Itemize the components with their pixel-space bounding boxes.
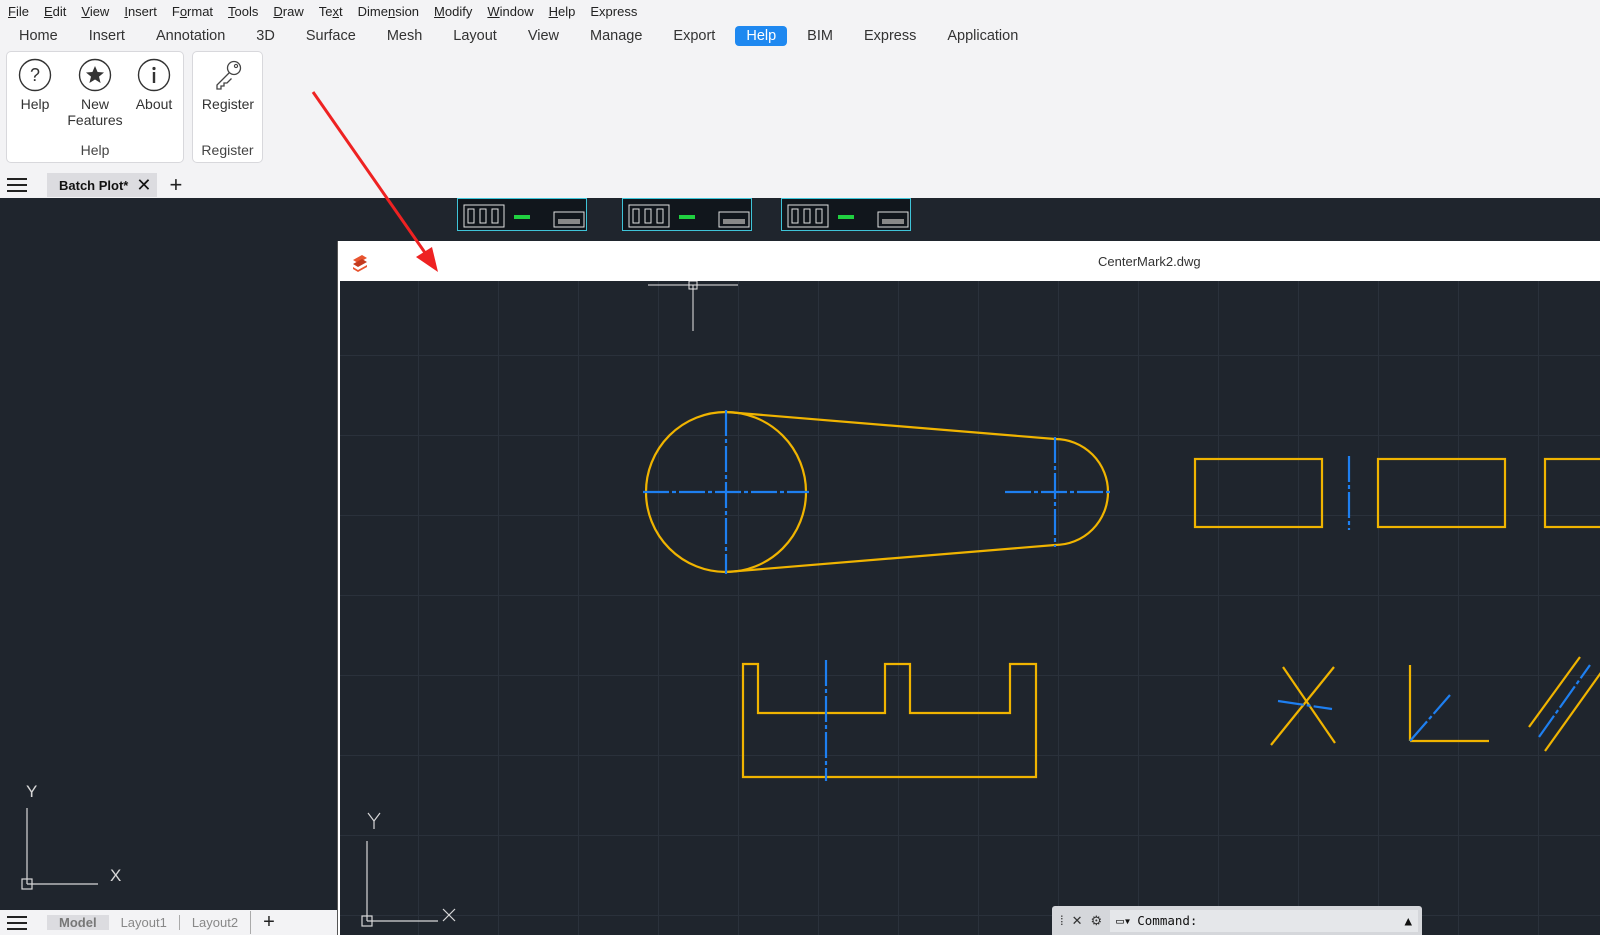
tab-manage[interactable]: Manage	[579, 26, 653, 46]
tab-model[interactable]: Model	[47, 915, 109, 930]
menu-bar: File Edit View Insert Format Tools Draw Text Dim…	[0, 0, 1600, 22]
app-logo-icon	[350, 252, 370, 275]
layout-tab-bar: Model Layout1 Layout2 +	[0, 910, 337, 935]
layout-thumbnail[interactable]	[622, 198, 752, 231]
drawing-window[interactable]: CenterMark2.dwg	[337, 241, 1600, 935]
tab-insert[interactable]: Insert	[78, 26, 136, 46]
ucs-y-label: Y	[26, 782, 38, 801]
about-button-label: About	[135, 96, 173, 112]
centerline-marks	[643, 410, 1591, 781]
drawing-viewport[interactable]	[340, 281, 1600, 935]
hamburger-menu-icon[interactable]	[7, 178, 27, 192]
question-circle-icon: ?	[18, 58, 52, 92]
ucs-x-label: X	[110, 866, 122, 885]
tab-help[interactable]: Help	[735, 26, 788, 46]
ucs-icon-left	[21, 808, 98, 890]
help-button[interactable]: ? Help	[13, 58, 57, 112]
register-button-label: Register	[201, 96, 255, 112]
gear-icon[interactable]: ⚙	[1091, 913, 1103, 929]
tab-3d[interactable]: 3D	[245, 26, 286, 46]
tab-mesh[interactable]: Mesh	[376, 26, 433, 46]
menu-item-insert[interactable]: Insert	[124, 4, 157, 19]
tab-bim[interactable]: BIM	[796, 26, 844, 46]
add-layout-icon[interactable]: +	[250, 911, 287, 934]
belt-geometry	[644, 410, 1600, 779]
menu-item-edit[interactable]: Edit	[44, 4, 66, 19]
layout-thumbnail[interactable]	[457, 198, 587, 231]
crosshair-cursor	[648, 281, 738, 331]
tab-home[interactable]: Home	[8, 26, 69, 46]
tab-view[interactable]: View	[517, 26, 570, 46]
doc-tab-batch-plot[interactable]: Batch Plot* ✕	[47, 173, 158, 197]
terminal-icon: ▭▾	[1116, 913, 1132, 928]
menu-item-help[interactable]: Help	[549, 4, 576, 19]
tab-surface[interactable]: Surface	[295, 26, 367, 46]
new-features-button[interactable]: New Features	[65, 58, 125, 128]
key-icon	[211, 58, 245, 92]
tab-export[interactable]: Export	[662, 26, 726, 46]
menu-item-express[interactable]: Express	[590, 4, 637, 19]
menu-item-format[interactable]: Format	[172, 4, 213, 19]
tab-annotation[interactable]: Annotation	[145, 26, 236, 46]
hamburger-menu-icon[interactable]	[7, 915, 27, 930]
star-circle-icon	[78, 58, 112, 92]
register-button[interactable]: Register	[199, 58, 257, 112]
doc-tab-label: Batch Plot*	[59, 177, 129, 193]
command-input[interactable]: ▭▾ Command: ▲	[1110, 909, 1418, 932]
layout-thumbnail[interactable]	[781, 198, 911, 231]
svg-text:?: ?	[30, 65, 40, 85]
help-button-label: Help	[20, 96, 50, 112]
menu-item-draw[interactable]: Draw	[273, 4, 303, 19]
register-panel: Register Register	[192, 51, 263, 163]
menu-item-window[interactable]: Window	[487, 4, 533, 19]
chevron-up-icon[interactable]: ▲	[1404, 913, 1412, 928]
close-icon[interactable]: ✕	[136, 175, 151, 196]
menu-item-view[interactable]: View	[81, 4, 109, 19]
menu-item-text[interactable]: Text	[319, 4, 343, 19]
document-tab-bar: Batch Plot* ✕ +	[0, 172, 1600, 198]
help-panel: ? Help New Features About Help	[6, 51, 184, 163]
drag-handle-icon[interactable]: ⁞	[1060, 913, 1064, 928]
help-panel-title: Help	[80, 142, 110, 158]
ucs-icon	[361, 812, 456, 927]
ribbon-tab-bar: Home Insert Annotation 3D Surface Mesh Layout V…	[0, 24, 1038, 48]
tab-layout2[interactable]: Layout2	[178, 915, 250, 930]
menu-item-tools[interactable]: Tools	[228, 4, 258, 19]
tab-layout[interactable]: Layout	[442, 26, 508, 46]
menu-item-file[interactable]: File	[8, 4, 29, 19]
new-features-label-line1: New	[80, 96, 109, 112]
close-icon[interactable]: ✕	[1072, 913, 1083, 929]
menu-item-dimension[interactable]: Dimension	[358, 4, 419, 19]
command-prompt: Command:	[1137, 913, 1198, 928]
drawing-window-title: CenterMark2.dwg	[1098, 254, 1201, 269]
new-features-label-line2: Features	[67, 112, 123, 128]
drawing-geometry	[361, 281, 1600, 927]
register-panel-title: Register	[201, 142, 254, 158]
command-bar: ⁞ ✕ ⚙ ▭▾ Command: ▲	[1052, 906, 1422, 935]
tab-application[interactable]: Application	[936, 26, 1029, 46]
tab-layout1[interactable]: Layout1	[109, 915, 179, 930]
add-tab-icon[interactable]: +	[169, 172, 182, 198]
info-circle-icon	[137, 58, 171, 92]
tab-express[interactable]: Express	[853, 26, 927, 46]
drawing-window-titlebar[interactable]: CenterMark2.dwg	[338, 241, 1600, 281]
about-button[interactable]: About	[131, 58, 177, 112]
menu-item-modify[interactable]: Modify	[434, 4, 472, 19]
